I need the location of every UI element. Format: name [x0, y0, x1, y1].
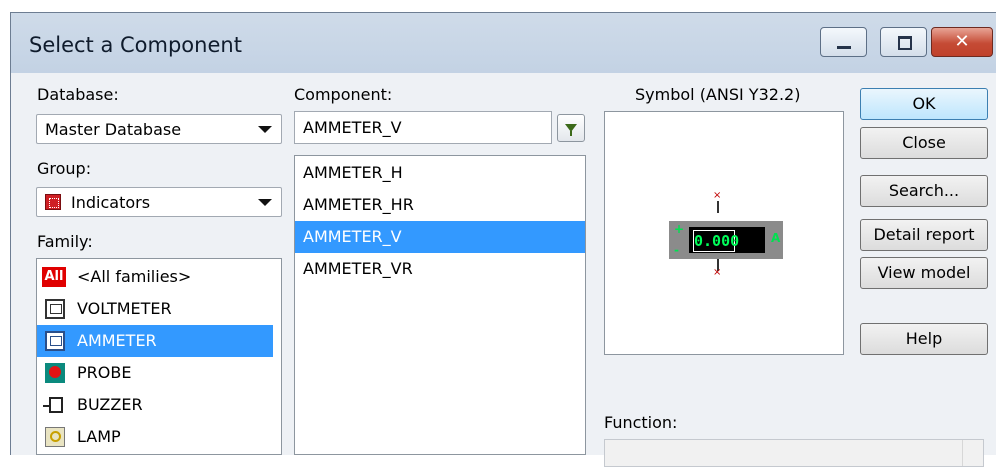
- ok-button[interactable]: OK: [860, 88, 988, 120]
- component-item[interactable]: AMMETER_HR: [295, 189, 585, 221]
- help-button[interactable]: Help: [860, 323, 988, 355]
- chevron-down-icon: [258, 126, 272, 133]
- symbol-preview: × + - 0.000 A ×: [604, 111, 844, 355]
- maximize-icon: [898, 36, 912, 50]
- family-item-voltmeter[interactable]: VOLTMETER: [37, 293, 273, 325]
- family-item-label: PROBE: [77, 363, 132, 382]
- window-title: Select a Component: [29, 33, 242, 57]
- component-item-label: AMMETER_HR: [303, 195, 414, 214]
- function-field[interactable]: [604, 439, 984, 467]
- family-item-lamp[interactable]: LAMP: [37, 421, 273, 453]
- indicators-icon: [45, 194, 61, 210]
- database-selected-value: Master Database: [45, 120, 182, 139]
- family-item-label: <All families>: [77, 267, 192, 286]
- meter-display: 0.000: [689, 227, 765, 253]
- detail-report-button[interactable]: Detail report: [860, 219, 988, 251]
- component-item[interactable]: AMMETER_H: [295, 157, 585, 189]
- component-label: Component:: [294, 85, 393, 104]
- family-item-label: AMMETER: [77, 331, 157, 350]
- probe-icon: [45, 363, 65, 383]
- database-select[interactable]: Master Database: [36, 114, 282, 144]
- ammeter-symbol: + - 0.000 A: [669, 221, 783, 259]
- plus-terminal: +: [674, 222, 685, 236]
- component-item-label: AMMETER_H: [303, 163, 403, 182]
- pin-top-mark: ×: [713, 190, 722, 201]
- minimize-icon: [837, 46, 851, 49]
- pin-top: [717, 201, 719, 213]
- minimize-button[interactable]: [820, 27, 867, 57]
- family-item-label: LAMP: [77, 427, 121, 446]
- select-component-dialog: Select a Component ✕ Database: Master Da…: [10, 12, 996, 467]
- component-item-label: AMMETER_VR: [303, 259, 413, 278]
- voltmeter-icon: [45, 299, 65, 319]
- component-list[interactable]: AMMETER_H AMMETER_HR AMMETER_V AMMETER_V…: [294, 155, 586, 455]
- group-label: Group:: [37, 159, 92, 178]
- family-item-label: VOLTMETER: [77, 299, 172, 318]
- lamp-icon: [45, 427, 65, 447]
- function-label: Function:: [604, 413, 678, 432]
- buzzer-icon: [43, 397, 63, 413]
- family-item-ammeter[interactable]: AMMETER: [37, 325, 273, 357]
- ammeter-icon: [45, 331, 65, 351]
- family-item-label: BUZZER: [77, 395, 143, 414]
- view-model-button[interactable]: View model: [860, 257, 988, 289]
- chevron-down-icon: [258, 199, 272, 206]
- close-window-button[interactable]: ✕: [931, 27, 993, 57]
- close-button[interactable]: Close: [860, 127, 988, 159]
- family-list[interactable]: All <All families> VOLTMETER AMMETER PRO…: [36, 258, 282, 455]
- maximize-button[interactable]: [880, 27, 927, 57]
- meter-reading: 0.000: [693, 230, 740, 252]
- minus-terminal: -: [674, 243, 679, 257]
- database-label: Database:: [37, 85, 119, 104]
- search-button[interactable]: Search...: [860, 175, 988, 207]
- family-label: Family:: [37, 232, 93, 251]
- family-item-probe[interactable]: PROBE: [37, 357, 273, 389]
- title-bar[interactable]: Select a Component ✕: [11, 13, 996, 73]
- component-item-selected[interactable]: AMMETER_V: [295, 221, 585, 253]
- filter-button[interactable]: [557, 114, 585, 142]
- meter-unit: A: [771, 231, 781, 245]
- group-select[interactable]: Indicators: [36, 187, 282, 217]
- component-input-value: AMMETER_V: [303, 118, 402, 137]
- component-item-label: AMMETER_V: [303, 227, 402, 246]
- family-item-buzzer[interactable]: BUZZER: [37, 389, 273, 421]
- symbol-label: Symbol (ANSI Y32.2): [635, 85, 801, 104]
- group-selected-value: Indicators: [71, 193, 151, 212]
- component-item[interactable]: AMMETER_VR: [295, 253, 585, 285]
- family-item-all[interactable]: All <All families>: [37, 261, 273, 293]
- component-input[interactable]: AMMETER_V: [294, 111, 552, 144]
- close-icon: ✕: [954, 31, 970, 52]
- pin-bottom-mark: ×: [713, 267, 722, 278]
- all-families-icon: All: [42, 267, 66, 287]
- family-item-next[interactable]: [37, 451, 273, 454]
